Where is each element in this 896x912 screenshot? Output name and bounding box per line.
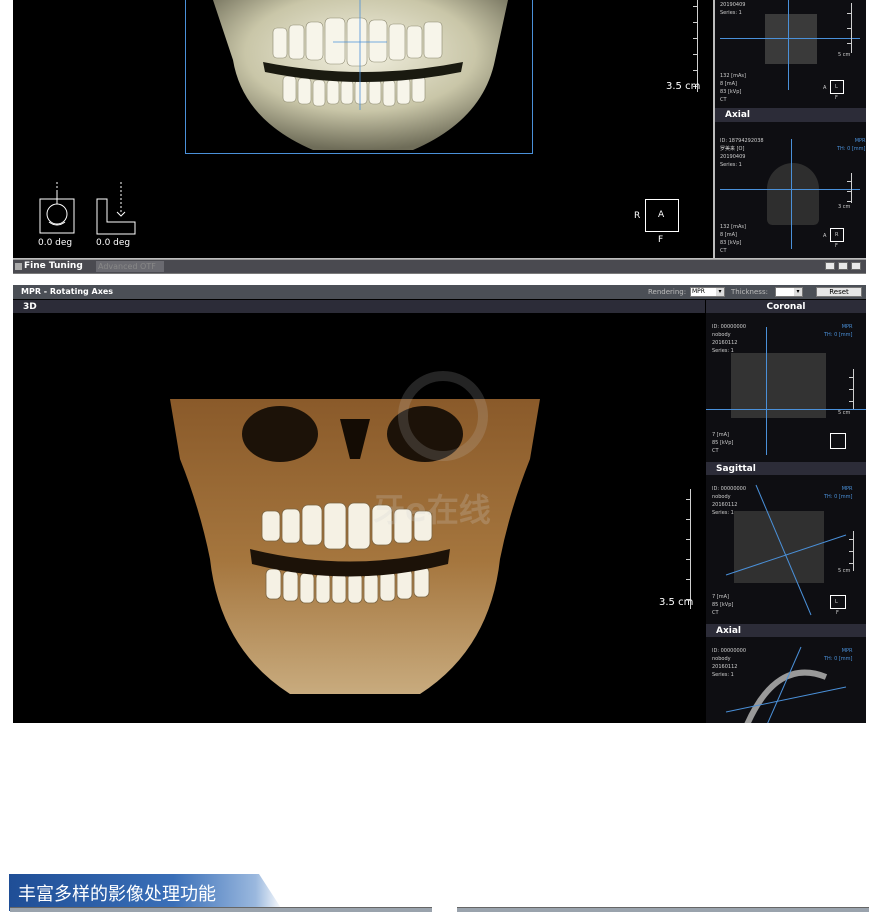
- sagittal-panel[interactable]: ID: 00000000 nobody 20160112 Series: 1 M…: [706, 475, 866, 623]
- thumb-1[interactable]: 20190409 Series: 1 5 cm 132 [mAs] 8 [mA]…: [715, 0, 866, 106]
- thickness-select[interactable]: ▾: [775, 287, 803, 297]
- thumb-1-scale-bar: [847, 3, 852, 53]
- head-rotation-icon[interactable]: [37, 182, 77, 237]
- view-3d-header[interactable]: 3D: [13, 300, 705, 313]
- thumb-1-info: 20190409 Series: 1: [720, 2, 746, 16]
- sagittal-params: 7 [mA] 85 [kVp] CT: [712, 594, 734, 616]
- rotation-right-label: 0.0 deg: [96, 238, 131, 248]
- axial-image: [767, 163, 819, 225]
- bottom-screenshot-left: [10, 907, 432, 912]
- coronal-title: Coronal: [766, 301, 806, 312]
- scale-label: 3.5 cm: [666, 81, 701, 92]
- top-3d-window: 3.5 cm 0.0 deg 0.0 deg R A F 20190409 Se…: [13, 0, 866, 274]
- axial-scale-bar: [847, 173, 852, 203]
- rendering-select[interactable]: MPR ▾: [690, 287, 725, 297]
- coronal-panel[interactable]: ID: 00000000 nobody 20160112 Series: 1 M…: [706, 313, 866, 461]
- axial-info: ID: 18794292038 罗美来 [O] 20190409 Series:…: [720, 138, 764, 168]
- profile-rotation-icon[interactable]: [95, 182, 137, 237]
- mpr-window: MPR - Rotating Axes Rendering: MPR ▾ Thic…: [13, 285, 866, 723]
- axial-mode: MPR TH: 0 [mm]: [837, 138, 866, 152]
- coronal-scale: 5 cm: [838, 410, 851, 416]
- thumb-1-image: [765, 14, 817, 64]
- orientation-left-R: R: [634, 211, 641, 221]
- mpr-title-bar: MPR - Rotating Axes Rendering: MPR ▾ Thic…: [13, 285, 866, 299]
- grid-icon[interactable]: [15, 263, 22, 270]
- toolbar-icon-2[interactable]: [838, 262, 848, 270]
- axial-thumb[interactable]: ID: 18794292038 罗美来 [O] 20190409 Series:…: [715, 123, 866, 258]
- thumb-1-vline: [788, 0, 789, 90]
- chevron-down-icon: ▾: [794, 288, 802, 296]
- thumb-1-scale: 5 cm: [838, 52, 851, 58]
- axial-orient-a: A: [823, 233, 827, 239]
- mpr-title: MPR - Rotating Axes: [21, 287, 114, 296]
- section-banner: 丰富多样的影像处理功能: [9, 874, 283, 911]
- mpr-axial-title: Axial: [716, 625, 742, 636]
- mpr-3d-viewport[interactable]: 牙e在线 3.5 cm: [13, 313, 705, 723]
- rendering-label: Rendering:: [648, 288, 687, 296]
- rotation-left-label: 0.0 deg: [38, 238, 73, 248]
- mpr-axial-header[interactable]: Axial: [706, 624, 866, 637]
- axial-hline: [720, 189, 860, 190]
- coronal-header[interactable]: Coronal: [706, 300, 866, 313]
- mpr-scale-bar: [686, 489, 691, 609]
- watermark-text: 牙e在线: [373, 491, 491, 529]
- watermark-logo: [398, 371, 488, 461]
- reset-button[interactable]: Reset: [816, 287, 862, 297]
- mpr-axial-image: [725, 646, 847, 723]
- coronal-info: ID: 00000000 nobody 20160112 Series: 1: [712, 324, 747, 354]
- thumb-1-params: 132 [mAs] 8 [mA] 83 [kVp] CT: [720, 73, 746, 103]
- fine-tuning-tab[interactable]: Fine Tuning: [24, 260, 83, 273]
- skull-color-render: [170, 399, 540, 694]
- sagittal-orient-l: L: [835, 599, 838, 605]
- thumb-1-hline: [720, 38, 860, 39]
- thickness-label: Thickness:: [731, 288, 768, 296]
- sagittal-scale-bar: [849, 531, 854, 571]
- coronal-params: 7 [mA] 85 [kVp] CT: [712, 432, 734, 454]
- bottom-screenshot-right: [457, 907, 869, 912]
- thumb-1-orient-a: A: [823, 85, 827, 91]
- mpr-right-column: Coronal ID: 00000000 nobody 20160112 Ser…: [706, 300, 866, 723]
- top-3d-viewport[interactable]: 3.5 cm 0.0 deg 0.0 deg R A F: [13, 0, 713, 258]
- advanced-otf-tab[interactable]: Advanced OTF: [96, 261, 164, 272]
- coronal-cube-icon[interactable]: [830, 433, 846, 449]
- sagittal-header[interactable]: Sagittal: [706, 462, 866, 475]
- axial-vline: [791, 139, 792, 249]
- sagittal-title: Sagittal: [716, 463, 756, 474]
- orientation-center-A: A: [658, 210, 665, 220]
- toolbar-icon-1[interactable]: [825, 262, 835, 270]
- fine-tuning-toolbar: Fine Tuning Advanced OTF: [13, 259, 866, 274]
- section-title: 丰富多样的影像处理功能: [18, 884, 216, 905]
- sagittal-scale: 5 cm: [838, 568, 851, 574]
- coronal-scale-bar: [849, 369, 854, 409]
- skull-3d-render: [213, 0, 508, 150]
- axial-orient-f: F: [835, 243, 838, 249]
- coronal-vline: [766, 327, 767, 455]
- axial-panel-title: Axial: [725, 110, 751, 120]
- chevron-down-icon: ▾: [716, 288, 724, 296]
- view-3d-title: 3D: [23, 301, 37, 312]
- mpr-scale-label: 3.5 cm: [659, 597, 694, 608]
- thumb-1-orient-l: L: [835, 84, 838, 90]
- axial-scale: 3 cm: [838, 204, 851, 210]
- orientation-bottom-F: F: [658, 235, 664, 245]
- sagittal-orient-f: F: [836, 610, 839, 616]
- scale-bar: [693, 0, 698, 92]
- coronal-mode: MPR TH: 0 [mm]: [824, 324, 853, 338]
- mpr-axial-panel[interactable]: ID: 00000000 nobody 20160112 Series: 1 M…: [706, 637, 866, 723]
- axial-panel-header[interactable]: Axial: [715, 108, 866, 122]
- axial-orient-r: R: [835, 232, 839, 238]
- sagittal-orient-box: [830, 595, 846, 609]
- axial-params: 132 [mAs] 8 [mA] 83 [kVp] CT: [720, 224, 746, 254]
- toolbar-icon-3[interactable]: [851, 262, 861, 270]
- top-thumbnail-column: 20190409 Series: 1 5 cm 132 [mAs] 8 [mA]…: [715, 0, 866, 258]
- rendering-value: MPR: [692, 288, 705, 295]
- thumb-1-orient-f: F: [835, 95, 838, 101]
